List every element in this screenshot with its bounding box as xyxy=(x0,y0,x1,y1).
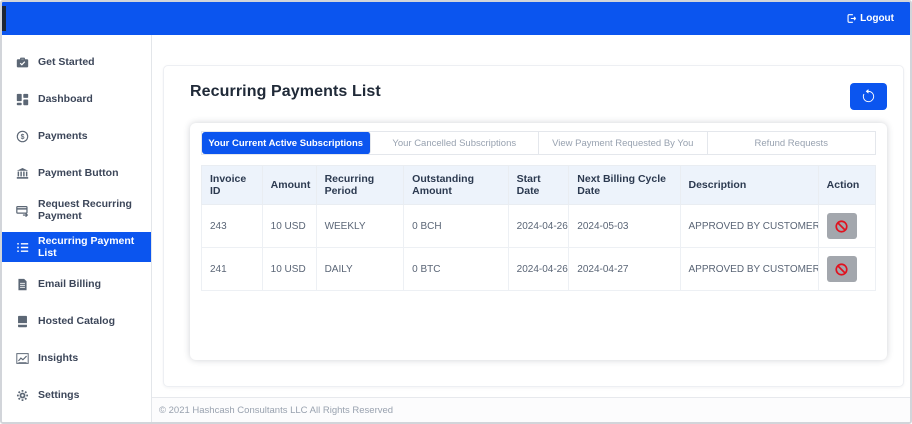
cell-description: APPROVED BY CUSTOMER xyxy=(679,204,819,248)
history-icon xyxy=(861,89,876,104)
sidebar-item-label: Payment Button xyxy=(38,166,119,179)
tab-bar: Your Current Active Subscriptions Your Ca… xyxy=(201,131,876,155)
cell-invoice-id: 241 xyxy=(201,247,263,291)
cell-recurring-period: WEEKLY xyxy=(315,204,405,248)
column-header-recurring-period: Recurring Period xyxy=(315,165,405,205)
gear-icon xyxy=(16,389,29,402)
tab-your-cancelled-subscriptions[interactable]: Your Cancelled Subscriptions xyxy=(370,132,539,154)
main-area: Recurring Payments List Your Current Act… xyxy=(152,35,910,422)
column-header-outstanding-amount: Outstanding Amount xyxy=(403,165,509,205)
logo-sliver xyxy=(2,6,6,31)
table-row: 243 10 USD WEEKLY 0 BCH 2024-04-26 2024-05-03… xyxy=(201,204,877,248)
logout-label: Logout xyxy=(860,13,894,24)
sidebar-nav: Get Started Dashboard $ Payments Payment But… xyxy=(2,35,152,422)
column-header-start-date: Start Date xyxy=(507,165,570,205)
sidebar-item-insights[interactable]: Insights xyxy=(2,343,151,373)
sidebar-item-label: Email Billing xyxy=(38,277,102,290)
history-button[interactable] xyxy=(850,83,887,110)
list-icon xyxy=(16,241,29,254)
bank-icon xyxy=(16,167,29,180)
cell-recurring-period: DAILY xyxy=(315,247,405,291)
sidebar-item-recurring-payment-list[interactable]: Recurring Payment List xyxy=(2,232,151,262)
cell-invoice-id: 243 xyxy=(201,204,263,248)
sidebar-item-label: Get Started xyxy=(38,55,95,68)
sidebar-item-get-started[interactable]: Get Started xyxy=(2,47,151,77)
cell-next-billing-cycle-date: 2024-04-27 xyxy=(568,247,681,291)
cell-outstanding-amount: 0 BCH xyxy=(403,204,509,248)
sidebar-item-label: Recurring Payment List xyxy=(38,234,135,259)
book-icon xyxy=(16,315,29,328)
column-header-next-billing-cycle-date: Next Billing Cycle Date xyxy=(568,165,681,205)
cell-amount: 10 USD xyxy=(261,204,317,248)
sidebar-item-settings[interactable]: Settings xyxy=(2,380,151,410)
sidebar-item-request-recurring-payment[interactable]: Request Recurring Payment xyxy=(2,195,151,225)
dollar-circle-icon: $ xyxy=(16,130,29,143)
recurring-payments-table: Invoice ID Amount Recurring Period Outstand… xyxy=(201,165,877,291)
cancel-subscription-button[interactable] xyxy=(826,213,857,239)
svg-text:$: $ xyxy=(21,134,25,141)
cell-outstanding-amount: 0 BTC xyxy=(403,247,509,291)
page-title: Recurring Payments List xyxy=(190,83,381,100)
app-window: Logout Get Started Dashboard $ Payments Paym… xyxy=(0,0,912,424)
sidebar-item-label: Settings xyxy=(38,388,80,401)
topbar: Logout xyxy=(2,2,910,35)
column-header-description: Description xyxy=(679,165,819,205)
column-header-invoice-id: Invoice ID xyxy=(201,165,263,205)
cell-amount: 10 USD xyxy=(261,247,317,291)
cancel-subscription-button[interactable] xyxy=(826,256,857,282)
sidebar-item-hosted-catalog[interactable]: Hosted Catalog xyxy=(2,306,151,336)
tab-refund-requests[interactable]: Refund Requests xyxy=(707,132,875,154)
dashboard-grid-icon xyxy=(16,93,29,106)
sidebar-item-dashboard[interactable]: Dashboard xyxy=(2,84,151,114)
document-icon xyxy=(16,278,29,291)
table-header-row: Invoice ID Amount Recurring Period Outstand… xyxy=(201,165,877,205)
table-row: 241 10 USD DAILY 0 BTC 2024-04-26 2024-04-27 A… xyxy=(201,247,877,291)
subscriptions-panel: Your Current Active Subscriptions Your Ca… xyxy=(190,123,887,360)
cell-next-billing-cycle-date: 2024-05-03 xyxy=(568,204,681,248)
content-area: Recurring Payments List Your Current Act… xyxy=(152,35,910,397)
cancel-icon xyxy=(834,219,849,234)
cell-description: APPROVED BY CUSTOMER xyxy=(679,247,819,291)
sidebar-item-label: Dashboard xyxy=(38,92,93,105)
copyright-text: © 2021 Hashcash Consultants LLC All Righ… xyxy=(159,404,394,416)
column-header-amount: Amount xyxy=(261,165,317,205)
sidebar-item-label: Hosted Catalog xyxy=(38,314,116,327)
briefcase-check-icon xyxy=(16,56,29,69)
cancel-icon xyxy=(834,262,849,277)
tab-view-payment-requested-by-you[interactable]: View Payment Requested By You xyxy=(539,132,708,154)
cell-action xyxy=(817,247,877,291)
logout-button[interactable]: Logout xyxy=(840,12,900,25)
card-arrow-icon xyxy=(16,204,29,217)
recurring-payments-card: Recurring Payments List Your Current Act… xyxy=(163,65,904,387)
table-body: 243 10 USD WEEKLY 0 BCH 2024-04-26 2024-05-03… xyxy=(201,204,877,291)
sidebar-item-label: Request Recurring Payment xyxy=(38,197,132,222)
sidebar-item-label: Payments xyxy=(38,129,88,142)
sidebar-item-payments[interactable]: $ Payments xyxy=(2,121,151,151)
chart-icon xyxy=(16,352,29,365)
sidebar-item-email-billing[interactable]: Email Billing xyxy=(2,269,151,299)
sidebar-item-payment-button[interactable]: Payment Button xyxy=(2,158,151,188)
column-header-action: Action xyxy=(817,165,877,205)
title-row: Recurring Payments List xyxy=(190,83,887,110)
cell-start-date: 2024-04-26 xyxy=(507,204,570,248)
sidebar-item-label: Insights xyxy=(38,351,79,364)
logout-icon xyxy=(846,13,857,24)
footer: © 2021 Hashcash Consultants LLC All Righ… xyxy=(152,397,910,422)
cell-start-date: 2024-04-26 xyxy=(507,247,570,291)
tab-your-current-active-subscriptions[interactable]: Your Current Active Subscriptions xyxy=(202,132,371,154)
cell-action xyxy=(817,204,877,248)
